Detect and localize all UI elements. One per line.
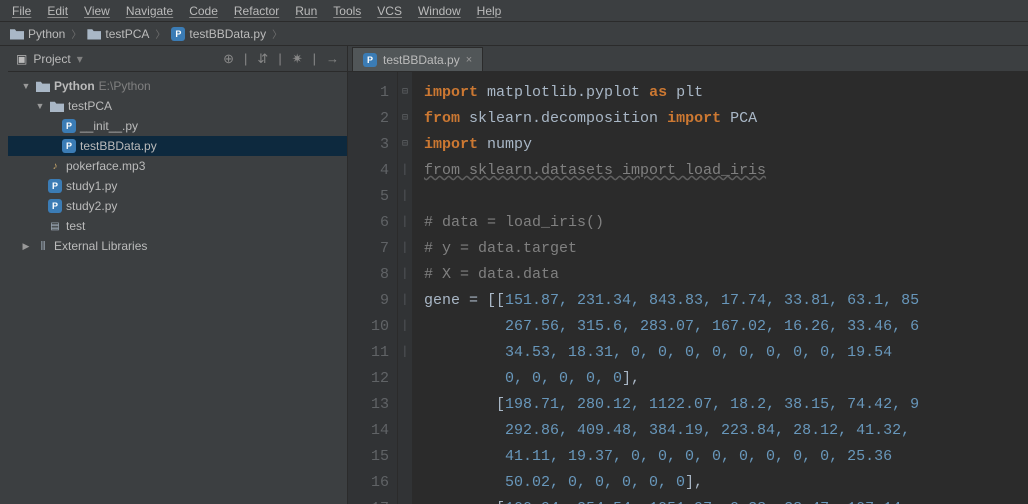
- menu-navigate[interactable]: Navigate: [118, 2, 181, 20]
- scroll-from-source-icon[interactable]: ⊕: [223, 51, 234, 67]
- project-sidebar: ▣ Project ▾ ⊕ | ⇵ | ✷ | → ▼ Python E:\Py…: [8, 46, 348, 504]
- expand-arrow-icon[interactable]: ▼: [34, 101, 46, 111]
- python-file-icon: P: [363, 53, 377, 67]
- tree-file-study2[interactable]: P study2.py: [8, 196, 347, 216]
- tree-file-test[interactable]: ▤ test: [8, 216, 347, 236]
- project-view-icon[interactable]: ▣: [16, 52, 27, 66]
- line-gutter: 1234567891011121314151617: [348, 72, 398, 504]
- tree-label: pokerface.mp3: [66, 159, 145, 173]
- sidebar-header: ▣ Project ▾ ⊕ | ⇵ | ✷ | →: [8, 46, 347, 72]
- editor-area: P testBBData.py × 1234567891011121314151…: [348, 46, 1028, 504]
- project-tree: ▼ Python E:\Python ▼ testPCA P __init__.…: [8, 72, 347, 504]
- expand-arrow-icon[interactable]: ▼: [20, 81, 32, 91]
- tree-file-study1[interactable]: P study1.py: [8, 176, 347, 196]
- breadcrumb-root[interactable]: Python: [6, 27, 69, 41]
- tree-file-testbbdata[interactable]: P testBBData.py: [8, 136, 347, 156]
- tree-file-pokerface[interactable]: ♪ pokerface.mp3: [8, 156, 347, 176]
- breadcrumb-bar: Python 〉 testPCA 〉 P testBBData.py 〉: [0, 22, 1028, 46]
- divider: |: [278, 51, 281, 67]
- code-content[interactable]: import matplotlib.pyplot as plt from skl…: [412, 72, 1028, 504]
- left-gutter: [0, 46, 8, 504]
- menu-code[interactable]: Code: [181, 2, 226, 20]
- breadcrumb-folder-label: testPCA: [105, 27, 149, 41]
- python-file-icon: P: [171, 27, 185, 41]
- editor-tabs: P testBBData.py ×: [348, 46, 1028, 72]
- dropdown-arrow-icon[interactable]: ▾: [77, 52, 83, 66]
- menu-view[interactable]: View: [76, 2, 118, 20]
- menu-edit[interactable]: Edit: [39, 2, 76, 20]
- hide-icon[interactable]: →: [326, 51, 339, 67]
- tree-file-init[interactable]: P __init__.py: [8, 116, 347, 136]
- python-file-icon: P: [48, 199, 62, 213]
- breadcrumb-folder[interactable]: testPCA: [83, 27, 153, 41]
- chevron-icon: 〉: [71, 26, 81, 41]
- breadcrumb-root-label: Python: [28, 27, 65, 41]
- divider: |: [313, 51, 316, 67]
- python-file-icon: P: [48, 179, 62, 193]
- audio-file-icon: ♪: [48, 159, 62, 173]
- tree-folder-testpca[interactable]: ▼ testPCA: [8, 96, 347, 116]
- menubar: FileEditViewNavigateCodeRefactorRunTools…: [0, 0, 1028, 22]
- breadcrumb-file-label: testBBData.py: [189, 27, 266, 41]
- expand-arrow-icon[interactable]: ▶: [20, 241, 32, 252]
- python-file-icon: P: [62, 139, 76, 153]
- menu-file[interactable]: File: [4, 2, 39, 20]
- python-file-icon: P: [62, 119, 76, 133]
- menu-vcs[interactable]: VCS: [369, 2, 410, 20]
- tree-external-libs[interactable]: ▶ ⫼ External Libraries: [8, 236, 347, 256]
- breadcrumb-file[interactable]: P testBBData.py: [167, 27, 270, 41]
- menu-refactor[interactable]: Refactor: [226, 2, 287, 20]
- tree-root-path: E:\Python: [99, 79, 151, 93]
- close-tab-icon[interactable]: ×: [466, 54, 472, 66]
- folder-icon: [36, 80, 50, 92]
- code-editor[interactable]: 1234567891011121314151617 ⊟ ⊟ ⊟││││││││ …: [348, 72, 1028, 504]
- tree-label: testPCA: [68, 99, 112, 113]
- tree-label: testBBData.py: [80, 139, 157, 153]
- tree-label: __init__.py: [80, 119, 138, 133]
- chevron-icon: 〉: [272, 26, 282, 41]
- tree-label: test: [66, 219, 85, 233]
- settings-icon[interactable]: ✷: [292, 51, 303, 67]
- folder-icon: [50, 100, 64, 112]
- tree-root-label: Python: [54, 79, 95, 93]
- divider: |: [244, 51, 247, 67]
- text-file-icon: ▤: [48, 219, 62, 233]
- menu-tools[interactable]: Tools: [325, 2, 369, 20]
- library-icon: ⫼: [36, 239, 50, 253]
- chevron-icon: 〉: [155, 26, 165, 41]
- tab-label: testBBData.py: [383, 53, 460, 67]
- tab-testbbdata[interactable]: P testBBData.py ×: [352, 47, 483, 71]
- folder-icon: [87, 28, 101, 40]
- menu-help[interactable]: Help: [469, 2, 510, 20]
- menu-run[interactable]: Run: [287, 2, 325, 20]
- tree-label: study1.py: [66, 179, 117, 193]
- folder-icon: [10, 28, 24, 40]
- tree-label: External Libraries: [54, 239, 147, 253]
- menu-window[interactable]: Window: [410, 2, 469, 20]
- tree-label: study2.py: [66, 199, 117, 213]
- collapse-all-icon[interactable]: ⇵: [257, 51, 268, 67]
- fold-gutter: ⊟ ⊟ ⊟││││││││: [398, 72, 412, 504]
- tree-root[interactable]: ▼ Python E:\Python: [8, 76, 347, 96]
- project-label[interactable]: Project: [33, 52, 70, 66]
